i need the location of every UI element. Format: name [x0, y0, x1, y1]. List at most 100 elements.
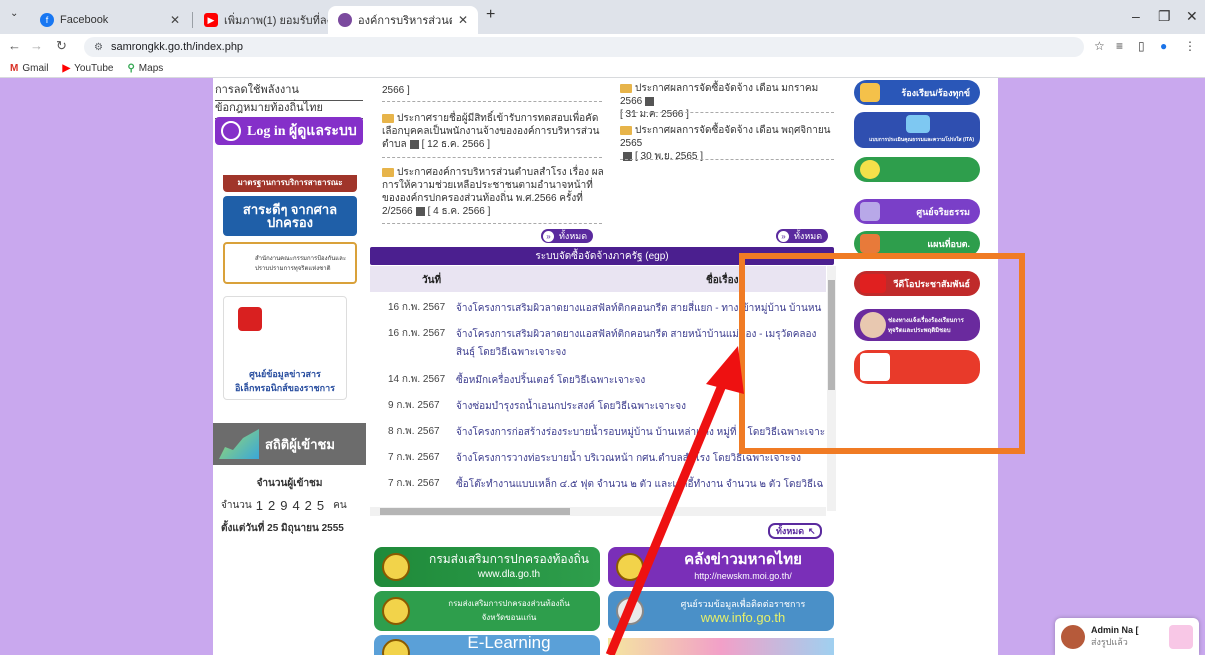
page-content: การลดใช้พลังงาน ข้อกฎหมายท้องถิ่นไทย Log… — [0, 78, 1205, 655]
click-hand-icon — [238, 307, 262, 331]
reload-icon[interactable]: ↻ — [56, 38, 67, 54]
service-icon — [860, 160, 880, 179]
news-date: [ 31 ม.ค. 2566 ] — [620, 109, 689, 120]
row-date: 8 ก.พ. 2567 — [388, 426, 440, 437]
bookmark-maps[interactable]: ⚲ Maps — [127, 63, 163, 74]
button-label: ทั้งหมด — [776, 526, 805, 536]
button-label: ร้องเรียน/ร้องทุกข์ — [901, 87, 970, 98]
close-icon[interactable]: ✕ — [458, 13, 468, 27]
public-service-standard-banner[interactable]: มาตรฐานการบริการสาธารณะ — [223, 154, 357, 192]
admin-login-button[interactable]: Log in ผู้ดูแลระบบ — [215, 117, 363, 145]
counter-unit: คน — [333, 500, 347, 511]
new-tab-icon[interactable]: + — [486, 6, 495, 24]
sticker-icon — [1169, 624, 1193, 649]
button-label: แบบการประเมินคุณธรรมและความโปร่งใส (ITA) — [869, 137, 974, 143]
news-text: ประกาศผลการจัดซื้อจัดจ้าง เดือน พฤศจิกาย… — [620, 125, 831, 149]
ethics-center-button[interactable]: ศูนย์จริยธรรม — [854, 199, 980, 224]
stats-chart-icon — [219, 429, 259, 459]
youtube-icon: ▶ — [62, 63, 71, 74]
bookmarks-bar: M Gmail ▶ YouTube ⚲ Maps — [0, 60, 1205, 78]
tab-samrong[interactable]: องค์การบริหารส่วนตำบลสำโรง อำเภ ✕ — [328, 6, 478, 34]
address-bar[interactable]: ⚙ samrongkk.go.th/index.php — [84, 37, 1084, 57]
bookmark-star-icon[interactable]: ☆ — [1094, 39, 1105, 53]
row-date: 16 ก.พ. 2567 — [388, 328, 446, 339]
news-item[interactable]: ประกาศองค์การบริหารส่วนตำบลสำโรง เรื่อง … — [382, 166, 608, 218]
ethics-icon — [860, 202, 880, 221]
dla-seal-icon — [382, 553, 410, 581]
scroll-thumb[interactable] — [380, 508, 570, 515]
admin-court-banner[interactable]: สาระดีๆ จากศาลปกครอง — [223, 196, 357, 236]
envelope-icon — [620, 125, 632, 135]
local-law-link[interactable]: ข้อกฎหมายท้องถิ่นไทย — [215, 98, 363, 119]
url-text: samrongkk.go.th/index.php — [110, 41, 244, 53]
restore-icon[interactable]: ❐ — [1158, 8, 1171, 25]
bookmark-youtube[interactable]: ▶ YouTube — [62, 63, 113, 74]
megaphone-icon — [860, 83, 880, 102]
cursor-icon: ↖ — [808, 525, 816, 536]
row-date: 16 ก.พ. 2567 — [388, 302, 446, 313]
egp-title: ระบบจัดซื้อจัดจ้างภาครัฐ (egp) — [535, 250, 669, 262]
bookmark-label: Maps — [138, 63, 164, 74]
counter-prefix: จำนวน — [221, 500, 252, 511]
map-icon — [860, 234, 880, 253]
ita-button[interactable]: แบบการประเมินคุณธรรมและความโปร่งใส (ITA) — [854, 112, 980, 148]
chat-name: Admin Na [ — [1091, 624, 1139, 635]
bookmark-label: Gmail — [22, 63, 49, 74]
browser-toolbar: ← → ↻ ⚙ samrongkk.go.th/index.php ☆ ≡ ▯ … — [0, 34, 1205, 60]
news-text: 2566 ] — [382, 85, 410, 96]
chat-status: ส่งรูปแล้ว — [1091, 636, 1128, 647]
nacc-banner[interactable]: สำนักงานคณะกรรมการป้องกันและปราบปรามการท… — [223, 242, 357, 284]
news-date: [ 12 ธ.ค. 2566 ] — [421, 139, 490, 150]
extensions-icon[interactable]: ≡ — [1116, 39, 1123, 53]
counter-since: ตั้งแต่วันที่ 25 มิถุนายน 2555 — [221, 523, 344, 534]
dla-seal-icon — [382, 597, 410, 625]
news-date: [ 30 พ.ย. 2565 ] — [635, 151, 704, 162]
egp-all-button[interactable]: ทั้งหมด ↖ — [768, 523, 822, 539]
bookmark-gmail[interactable]: M Gmail — [10, 63, 48, 74]
calendar-icon — [645, 96, 655, 106]
green-service-button[interactable] — [854, 157, 980, 182]
left-sidebar: การลดใช้พลังงาน ข้อกฎหมายท้องถิ่นไทย Log… — [213, 78, 366, 655]
divider — [620, 159, 834, 160]
news-item[interactable]: 2566 ] — [382, 84, 602, 97]
col-title: ชื่อเรื่อง — [706, 275, 739, 286]
procurement-item[interactable]: ประกาศผลการจัดซื้อจัดจ้าง เดือน พฤศจิกาย… — [620, 124, 834, 163]
procurement-item[interactable]: ประกาศผลการจัดซื้อจัดจ้าง เดือน มกราคม 2… — [620, 82, 834, 121]
close-icon[interactable]: ✕ — [170, 13, 180, 27]
minimize-icon[interactable]: – — [1132, 8, 1140, 24]
row-date: 7 ก.พ. 2567 — [388, 478, 440, 489]
button-label: ทั้งหมด — [794, 231, 823, 241]
menu-icon[interactable]: ⋮ — [1184, 39, 1196, 53]
calendar-icon — [409, 139, 419, 149]
news-item[interactable]: ประกาศรายชื่อผู้มีสิทธิ์เข้ารับการทดสอบเ… — [382, 112, 608, 151]
col-date: วันที่ — [422, 275, 442, 286]
site-info-icon[interactable]: ⚙ — [94, 42, 103, 53]
tab-title: Facebook — [60, 14, 109, 26]
bookmark-label: YouTube — [74, 63, 114, 74]
button-label: ทั้งหมด — [559, 231, 588, 241]
divider — [382, 223, 602, 224]
tab-search-icon[interactable]: ⌄ — [10, 8, 18, 19]
button-label: แผนที่อบต. — [927, 238, 970, 249]
visitors-label: จำนวนผู้เข้าชม — [256, 478, 323, 489]
complaint-button[interactable]: ร้องเรียน/ร้องทุกข์ — [854, 80, 980, 105]
chat-head-popup[interactable]: Admin Na [ ส่งรูปแล้ว — [1055, 618, 1199, 655]
news-all-button[interactable]: » ทั้งหมด — [541, 229, 594, 243]
sidepanel-icon[interactable]: ▯ — [1138, 39, 1145, 53]
news-date: [ 4 ธ.ค. 2566 ] — [427, 206, 491, 217]
ita-logo-icon — [906, 115, 930, 133]
window-close-icon[interactable]: ✕ — [1186, 8, 1198, 25]
procurement-all-button[interactable]: » ทั้งหมด — [776, 229, 829, 243]
dla-seal-icon — [382, 639, 410, 655]
maps-pin-icon: ⚲ — [127, 63, 135, 74]
row-date: 14 ก.พ. 2567 — [388, 374, 446, 385]
profile-icon[interactable]: ● — [1160, 39, 1167, 53]
red-arrow — [605, 346, 744, 655]
envelope-icon — [382, 113, 394, 123]
gmail-icon: M — [10, 63, 19, 74]
back-icon[interactable]: ← — [8, 38, 21, 53]
e-info-center-banner[interactable]: ศูนย์ข้อมูลข่าวสารอิเล็กทรอนิกส์ของราชกา… — [223, 296, 347, 400]
forward-icon[interactable]: → — [30, 38, 43, 53]
arrow-shaft — [605, 376, 730, 655]
tab-facebook[interactable]: f Facebook ✕ — [30, 6, 190, 34]
